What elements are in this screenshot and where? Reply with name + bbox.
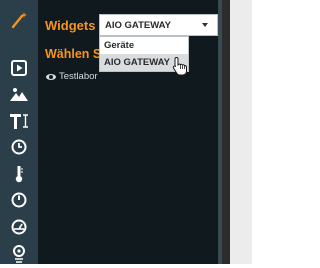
gauge-icon[interactable] — [0, 213, 38, 241]
hand-pointer-icon — [172, 56, 188, 81]
clock-icon[interactable] — [0, 133, 38, 161]
panel-title: Widgets — [45, 18, 96, 33]
tree-item-label: Testlabor — [59, 71, 98, 82]
dropdown-option-geraete[interactable]: Geräte — [100, 37, 188, 54]
tree-item-testlabor[interactable]: Testlabor — [46, 71, 98, 82]
eye-icon — [46, 73, 56, 80]
device-select-value: AIO GATEWAY — [105, 19, 171, 31]
image-icon[interactable] — [0, 80, 38, 108]
magic-wand-icon[interactable] — [0, 6, 38, 34]
play-icon[interactable] — [0, 54, 38, 82]
thermometer-icon[interactable] — [0, 160, 38, 188]
power-icon[interactable] — [0, 186, 38, 214]
chevron-down-icon — [202, 23, 208, 27]
panel-subtitle: Wählen Sie — [45, 47, 105, 61]
device-select[interactable]: AIO GATEWAY — [99, 14, 218, 36]
text-icon[interactable] — [0, 107, 38, 135]
icon-sidebar — [0, 0, 38, 264]
main-content — [230, 0, 252, 264]
